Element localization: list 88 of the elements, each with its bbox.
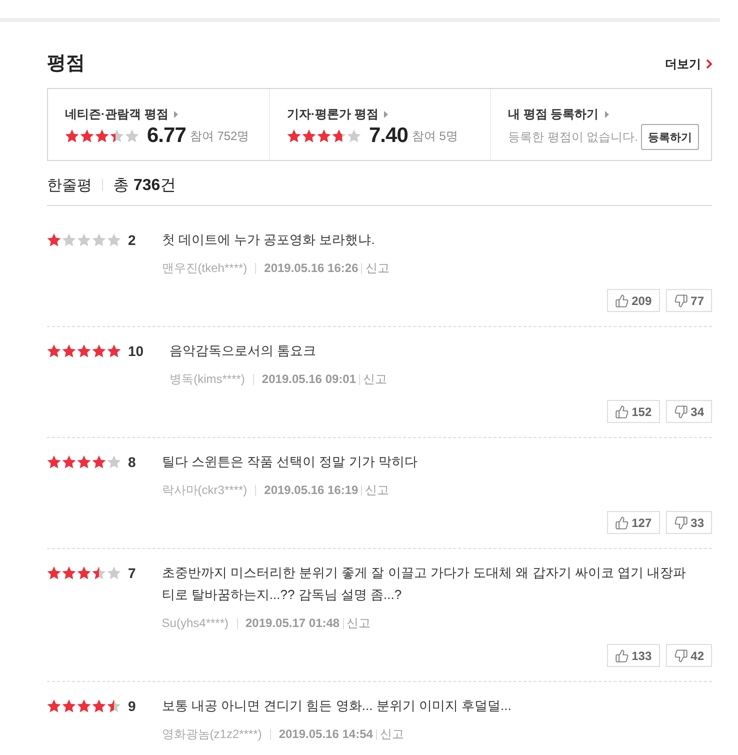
rating-label[interactable]: 내 평점 등록하기	[508, 105, 609, 123]
star-icon	[47, 233, 61, 247]
thumbs-down-icon	[674, 516, 688, 530]
star-icon	[47, 344, 61, 358]
thumbs-up-icon	[614, 516, 629, 530]
review-author: 병독(kims****)	[170, 370, 245, 388]
review-score: 9	[128, 697, 136, 716]
more-link[interactable]: 더보기	[665, 56, 712, 72]
star-icon	[62, 455, 76, 469]
rating-score: 7.40	[369, 124, 408, 148]
star-icon	[77, 699, 91, 713]
star-icon	[107, 455, 121, 469]
participant-count: 참여 752명	[190, 128, 250, 144]
star-icon	[62, 566, 76, 580]
thumbs-up-icon	[614, 294, 629, 308]
review-text: 첫 데이트에 누가 공포영화 보라했냐.	[162, 231, 376, 249]
review-text: 초중반까지 미스터리한 분위기 좋게 잘 이끌고 가다가 도대체 왜 갑자기 싸이코 엽기 내장파티로 탈바꿈하는지...?? 감독님 설명 좀...?	[162, 564, 688, 604]
review-author: Su(yhs4****)	[162, 616, 228, 630]
review-score: 2	[128, 231, 136, 250]
thumbs-down-icon	[674, 404, 688, 418]
register-message: 등록한 평점이 없습니다.	[508, 128, 638, 146]
star-icon	[92, 233, 106, 247]
thumbs-up-icon	[614, 404, 629, 418]
review-score: 7	[128, 564, 136, 583]
star-icon	[92, 699, 106, 713]
review-date: 2019.05.16 14:54	[278, 727, 373, 741]
chevron-right-icon	[706, 59, 712, 69]
review-text: 틸다 스윈튼은 작품 선택이 정말 기가 막히다	[162, 453, 418, 471]
review-score: 10	[128, 342, 144, 361]
caret-right-icon	[384, 110, 388, 118]
caret-right-icon	[174, 110, 178, 118]
review-date: 2019.05.16 09:01	[262, 372, 356, 386]
star-icon	[77, 566, 91, 580]
star-icon	[110, 129, 124, 143]
star-icon	[92, 455, 106, 469]
star-icon	[107, 344, 121, 358]
star-icon	[77, 455, 91, 469]
star-icon	[302, 129, 316, 143]
dislike-button[interactable]: 33	[666, 511, 712, 534]
review-author: 영화광놈(z1z2****)	[162, 726, 262, 742]
rating-label[interactable]: 네티즌·관람객 평점	[65, 105, 178, 123]
star-icon	[347, 129, 361, 143]
like-button[interactable]: 209	[606, 289, 660, 312]
star-icon	[80, 129, 94, 143]
star-icon	[47, 566, 61, 580]
star-icon	[65, 129, 79, 143]
star-icon	[47, 699, 61, 713]
star-icon	[287, 129, 301, 143]
review-author: 락사마(ckr3****)	[162, 482, 248, 498]
thumbs-down-icon	[674, 294, 688, 308]
star-icon	[107, 233, 121, 247]
star-icon	[92, 566, 106, 580]
star-icon	[317, 129, 331, 143]
star-icon	[95, 129, 109, 143]
star-icon	[107, 699, 121, 713]
review-text: 보통 내공 아니면 견디기 힘든 영화... 분위기 이미지 후덜덜...	[162, 697, 512, 715]
review-date: 2019.05.17 01:48	[246, 616, 340, 630]
reviews-title: 한줄평	[47, 176, 92, 194]
participant-count: 참여 5명	[412, 128, 458, 144]
section-title: 평점	[47, 52, 85, 76]
star-icon	[77, 233, 91, 247]
like-button[interactable]: 133	[606, 644, 660, 667]
review-date: 2019.05.16 16:19	[264, 483, 358, 497]
like-button[interactable]: 127	[606, 511, 660, 534]
star-icon	[332, 129, 346, 143]
rating-label[interactable]: 기자·평론가 평점	[287, 105, 388, 123]
review-date: 2019.05.16 16:26	[264, 261, 358, 275]
caret-right-icon	[604, 110, 609, 118]
star-icon	[62, 699, 76, 713]
star-icon	[92, 344, 106, 358]
review-score: 8	[128, 453, 136, 472]
like-button[interactable]: 152	[606, 400, 660, 423]
review-author: 맨우진(tkeh****)	[162, 260, 248, 276]
dislike-button[interactable]: 77	[666, 289, 712, 312]
star-icon	[125, 129, 139, 143]
star-icon	[62, 233, 76, 247]
star-icon	[107, 566, 121, 580]
star-icon	[62, 344, 76, 358]
dislike-button[interactable]: 42	[666, 644, 712, 667]
dislike-button[interactable]: 34	[666, 400, 712, 423]
star-icon	[47, 455, 61, 469]
thumbs-up-icon	[614, 648, 629, 662]
register-button[interactable]: 등록하기	[641, 124, 699, 150]
thumbs-down-icon	[674, 648, 688, 662]
review-text: 음악감독으로서의 톰요크	[170, 342, 318, 360]
review-total: 총 736건	[113, 176, 176, 196]
star-icon	[77, 344, 91, 358]
rating-score: 6.77	[147, 124, 186, 148]
